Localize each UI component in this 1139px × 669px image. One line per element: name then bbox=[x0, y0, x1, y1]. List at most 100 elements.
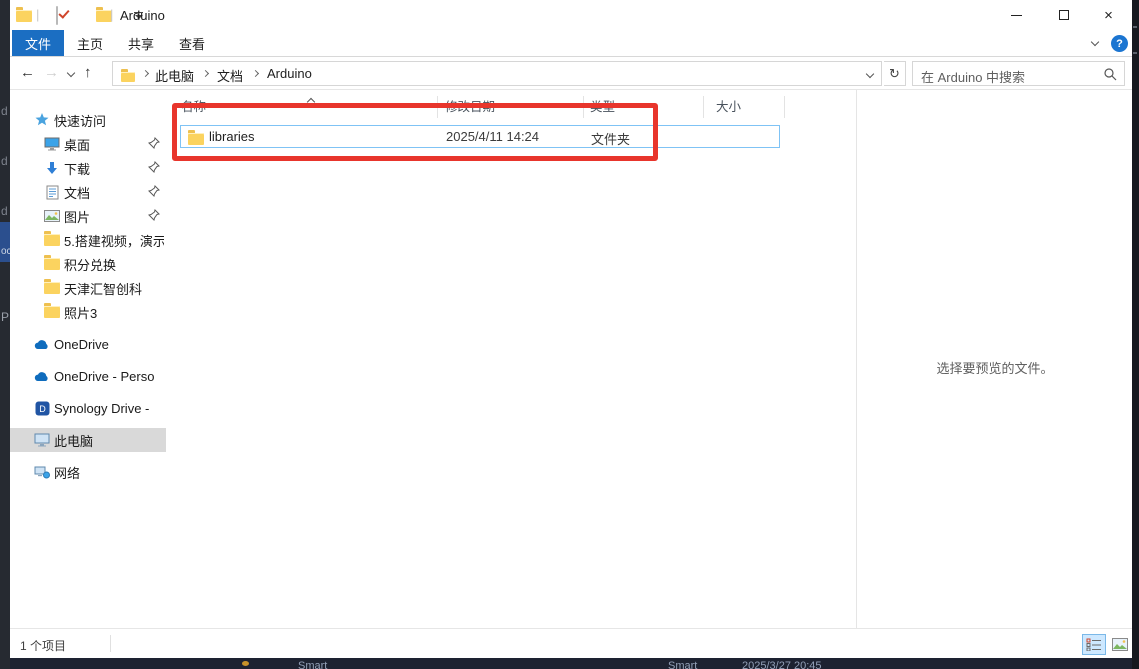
background-blue-selection: oc bbox=[0, 222, 10, 262]
column-header-name[interactable]: 名称 bbox=[181, 96, 206, 118]
status-separator bbox=[110, 635, 111, 652]
desktop-icon bbox=[44, 136, 60, 152]
qat-properties-button[interactable] bbox=[56, 7, 58, 25]
column-header-size[interactable]: 大小 bbox=[716, 96, 741, 118]
column-header-type[interactable]: 类型 bbox=[590, 96, 615, 118]
preview-pane: 选择要预览的文件。 bbox=[856, 90, 1132, 628]
download-icon bbox=[44, 160, 60, 176]
breadcrumb-documents[interactable]: 文档 bbox=[217, 66, 243, 85]
sidebar-item-synology-drive[interactable]: D Synology Drive - HI bbox=[10, 396, 166, 420]
column-header-date[interactable]: 修改日期 bbox=[445, 96, 495, 118]
details-view-button[interactable] bbox=[1082, 634, 1106, 655]
sidebar-item-desktop[interactable]: 桌面 bbox=[10, 132, 166, 156]
cloud-icon bbox=[34, 336, 50, 352]
sidebar-item-label: 天津汇智创科 bbox=[64, 279, 142, 298]
breadcrumb-arduino[interactable]: Arduino bbox=[267, 66, 312, 81]
column-separator[interactable] bbox=[583, 96, 584, 118]
breadcrumb-chevron-icon[interactable] bbox=[142, 70, 149, 77]
minimize-icon bbox=[1011, 15, 1022, 16]
sidebar-item-folder[interactable]: 积分兑换 bbox=[10, 252, 166, 276]
address-input[interactable]: 此电脑 文档 Arduino bbox=[112, 61, 882, 86]
maximize-button[interactable] bbox=[1041, 0, 1086, 30]
background-text: 2025/3/27 20:45 bbox=[742, 660, 822, 669]
file-name: libraries bbox=[209, 129, 255, 144]
explorer-window: | | Arduino × 文件 主页 共享 查看 ? ← → ↑ 此电脑 文档… bbox=[10, 0, 1132, 658]
tab-view[interactable]: 查看 bbox=[166, 30, 218, 56]
sidebar-item-this-pc[interactable]: 此电脑 bbox=[10, 428, 166, 452]
quick-access-star-icon bbox=[34, 112, 50, 128]
forward-button[interactable]: → bbox=[44, 64, 59, 81]
recent-locations-dropdown-icon[interactable] bbox=[67, 69, 75, 77]
close-button[interactable]: × bbox=[1086, 0, 1131, 30]
sidebar-item-network[interactable]: 网络 bbox=[10, 460, 166, 484]
titlebar-separator: | bbox=[36, 7, 39, 22]
tab-share[interactable]: 共享 bbox=[116, 30, 166, 56]
sidebar-item-folder[interactable]: 天津汇智创科 bbox=[10, 276, 166, 300]
pin-icon bbox=[148, 161, 160, 173]
titlebar-separator: | bbox=[110, 7, 113, 22]
breadcrumb-chevron-icon[interactable] bbox=[202, 70, 209, 77]
sidebar-item-label: 桌面 bbox=[64, 135, 90, 154]
column-separator[interactable] bbox=[784, 96, 785, 118]
sidebar-item-folder[interactable]: 5.搭建视频，演示视 bbox=[10, 228, 166, 252]
tab-label: 查看 bbox=[179, 34, 205, 53]
background-dot-icon bbox=[242, 661, 249, 666]
sidebar-item-label: 图片 bbox=[64, 207, 90, 226]
column-separator[interactable] bbox=[437, 96, 438, 118]
tab-file[interactable]: 文件 bbox=[12, 30, 64, 56]
ribbon-tabs: 文件 主页 共享 查看 ? bbox=[10, 30, 1132, 57]
background-fragment: d bbox=[1, 154, 8, 168]
sidebar-item-label: 网络 bbox=[54, 463, 80, 482]
computer-icon bbox=[34, 432, 50, 448]
sidebar-item-downloads[interactable]: 下载 bbox=[10, 156, 166, 180]
sidebar-item-onedrive[interactable]: OneDrive bbox=[10, 332, 166, 356]
maximize-icon bbox=[1059, 10, 1069, 20]
sidebar-item-pictures[interactable]: 图片 bbox=[10, 204, 166, 228]
background-fragment: d bbox=[1, 104, 8, 118]
up-button[interactable]: ↑ bbox=[84, 64, 92, 81]
tab-home[interactable]: 主页 bbox=[64, 30, 116, 56]
background-fragment: oc bbox=[1, 246, 10, 257]
file-date: 2025/4/11 14:24 bbox=[446, 129, 539, 144]
folder-icon bbox=[44, 280, 60, 296]
column-separator[interactable] bbox=[703, 96, 704, 118]
sidebar-item-label: 照片3 bbox=[64, 303, 97, 322]
sort-ascending-icon bbox=[308, 92, 314, 110]
sidebar-item-label: 下载 bbox=[64, 159, 90, 178]
sidebar-item-onedrive-personal[interactable]: OneDrive - Persona bbox=[10, 364, 166, 388]
network-icon bbox=[34, 464, 50, 480]
file-type: 文件夹 bbox=[591, 129, 630, 148]
check-icon bbox=[56, 6, 58, 25]
thumbnail-view-icon bbox=[1112, 638, 1128, 651]
refresh-button[interactable]: ↻ bbox=[884, 61, 906, 86]
back-button[interactable]: ← bbox=[20, 64, 35, 81]
sidebar-item-label: OneDrive - Persona bbox=[54, 369, 154, 384]
tab-label: 共享 bbox=[128, 34, 154, 53]
sidebar-item-label: 文档 bbox=[64, 183, 90, 202]
close-icon: × bbox=[1104, 7, 1113, 24]
app-folder-icon bbox=[16, 10, 32, 22]
address-dropdown-icon[interactable] bbox=[866, 70, 874, 78]
thumbnail-view-button[interactable] bbox=[1108, 634, 1132, 655]
breadcrumb-chevron-icon[interactable] bbox=[252, 70, 259, 77]
sidebar-item-folder[interactable]: 照片3 bbox=[10, 300, 166, 324]
sidebar-item-quick-access[interactable]: 快速访问 bbox=[10, 108, 166, 132]
picture-icon bbox=[44, 208, 60, 224]
sidebar-item-label: OneDrive bbox=[54, 337, 109, 352]
sidebar-item-label: 快速访问 bbox=[54, 111, 106, 130]
help-icon: ? bbox=[1116, 38, 1123, 50]
cloud-icon bbox=[34, 368, 50, 384]
document-icon bbox=[44, 184, 60, 200]
ribbon-collapse-icon[interactable] bbox=[1091, 38, 1099, 46]
synology-drive-icon: D bbox=[34, 400, 50, 416]
file-row-libraries[interactable]: libraries 2025/4/11 14:24 文件夹 bbox=[180, 125, 780, 148]
sidebar-item-documents[interactable]: 文档 bbox=[10, 180, 166, 204]
search-input[interactable]: 在 Arduino 中搜索 bbox=[912, 61, 1125, 86]
minimize-button[interactable] bbox=[994, 0, 1039, 30]
pin-icon bbox=[148, 185, 160, 197]
help-button[interactable]: ? bbox=[1111, 35, 1128, 52]
search-placeholder: 在 Arduino 中搜索 bbox=[921, 67, 1025, 86]
breadcrumb-this-pc[interactable]: 此电脑 bbox=[155, 66, 194, 85]
pin-icon bbox=[148, 209, 160, 221]
titlebar: | | Arduino × bbox=[10, 0, 1132, 30]
